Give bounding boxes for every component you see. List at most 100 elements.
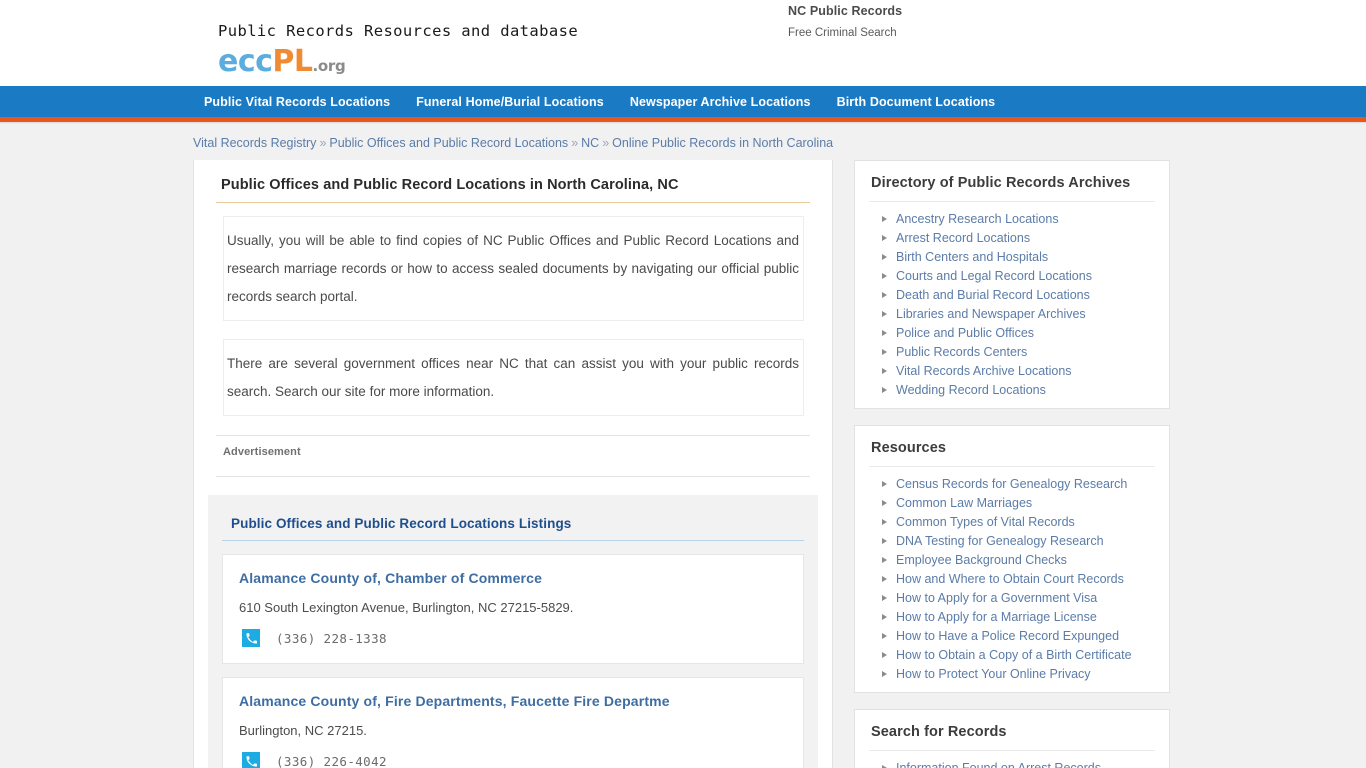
list-item[interactable]: Courts and Legal Record Locations bbox=[855, 266, 1169, 285]
triangle-bullet-icon bbox=[882, 537, 887, 544]
triangle-bullet-icon bbox=[882, 594, 887, 601]
list-item[interactable]: Vital Records Archive Locations bbox=[855, 361, 1169, 380]
triangle-bullet-icon bbox=[882, 253, 887, 260]
brand-block[interactable]: Public Records Resources and database ec… bbox=[218, 22, 578, 77]
list-item[interactable]: Employee Background Checks bbox=[855, 550, 1169, 569]
sidebar-link-birth-centers-and-hospitals[interactable]: Birth Centers and Hospitals bbox=[896, 250, 1048, 264]
list-item[interactable]: How to Protect Your Online Privacy bbox=[855, 664, 1169, 683]
sidebar-link-how-to-protect-your-online-privacy[interactable]: How to Protect Your Online Privacy bbox=[896, 667, 1091, 681]
logo-text-ecc: ecc bbox=[218, 44, 273, 79]
sidebar-link-ancestry-research-locations[interactable]: Ancestry Research Locations bbox=[896, 212, 1059, 226]
nav-item-birth-document-locations[interactable]: Birth Document Locations bbox=[837, 95, 996, 109]
list-item[interactable]: Public Records Centers bbox=[855, 342, 1169, 361]
list-item[interactable]: Libraries and Newspaper Archives bbox=[855, 304, 1169, 323]
sidebar-link-wedding-record-locations[interactable]: Wedding Record Locations bbox=[896, 383, 1046, 397]
sidebar-link-how-to-apply-for-a-government-visa[interactable]: How to Apply for a Government Visa bbox=[896, 591, 1097, 605]
list-item[interactable]: Death and Burial Record Locations bbox=[855, 285, 1169, 304]
sidebar-link-how-and-where-to-obtain-court-records[interactable]: How and Where to Obtain Court Records bbox=[896, 572, 1124, 586]
sidebar-link-how-to-obtain-a-copy-of-a-birth-certificate[interactable]: How to Obtain a Copy of a Birth Certific… bbox=[896, 648, 1132, 662]
sidebar-link-death-and-burial-record-locations[interactable]: Death and Burial Record Locations bbox=[896, 288, 1090, 302]
sidebar-link-libraries-and-newspaper-archives[interactable]: Libraries and Newspaper Archives bbox=[896, 307, 1086, 321]
nav-item-public-vital-records-locations[interactable]: Public Vital Records Locations bbox=[204, 95, 390, 109]
sidebar-link-arrest-record-locations[interactable]: Arrest Record Locations bbox=[896, 231, 1030, 245]
listing-title[interactable]: Alamance County of, Fire Departments, Fa… bbox=[239, 693, 787, 709]
list-item[interactable]: Information Found on Arrest Records bbox=[855, 758, 1169, 768]
main-navigation: Public Vital Records Locations Funeral H… bbox=[0, 86, 1366, 122]
sidebar-box-resources: Resources Census Records for Genealogy R… bbox=[854, 425, 1170, 693]
triangle-bullet-icon bbox=[882, 764, 887, 768]
sidebar-link-public-records-centers[interactable]: Public Records Centers bbox=[896, 345, 1027, 359]
triangle-bullet-icon bbox=[882, 234, 887, 241]
listing-phone-number[interactable]: (336) 226-4042 bbox=[276, 754, 387, 768]
sidebar-link-vital-records-archive-locations[interactable]: Vital Records Archive Locations bbox=[896, 364, 1072, 378]
sidebar-title-search-for-records: Search for Records bbox=[871, 724, 1007, 740]
list-item[interactable]: How to Apply for a Government Visa bbox=[855, 588, 1169, 607]
phone-icon bbox=[242, 752, 260, 768]
sidebar-link-common-law-marriages[interactable]: Common Law Marriages bbox=[896, 496, 1032, 510]
page-title-underline bbox=[216, 202, 810, 203]
triangle-bullet-icon bbox=[882, 367, 887, 374]
site-tagline: Public Records Resources and database bbox=[218, 22, 579, 40]
sidebar-list-resources: Census Records for Genealogy Research Co… bbox=[855, 474, 1169, 683]
list-item[interactable]: Birth Centers and Hospitals bbox=[855, 247, 1169, 266]
header-tagline-primary: NC Public Records bbox=[788, 4, 903, 18]
list-item[interactable]: Ancestry Research Locations bbox=[855, 209, 1169, 228]
nav-item-newspaper-archive-locations[interactable]: Newspaper Archive Locations bbox=[630, 95, 811, 109]
breadcrumb: Vital Records Registry» Public Offices an… bbox=[0, 124, 1366, 160]
triangle-bullet-icon bbox=[882, 499, 887, 506]
triangle-bullet-icon bbox=[882, 556, 887, 563]
breadcrumb-item-current[interactable]: Online Public Records in North Carolina bbox=[612, 136, 833, 150]
sidebar-link-employee-background-checks[interactable]: Employee Background Checks bbox=[896, 553, 1067, 567]
breadcrumb-item-public-offices[interactable]: Public Offices and Public Record Locatio… bbox=[329, 136, 568, 150]
intro-paragraph-2: There are several government offices nea… bbox=[227, 356, 799, 399]
sidebar-link-common-types-of-vital-records[interactable]: Common Types of Vital Records bbox=[896, 515, 1075, 529]
sidebar-link-information-found-on-arrest-records[interactable]: Information Found on Arrest Records bbox=[896, 761, 1101, 768]
list-item[interactable]: How and Where to Obtain Court Records bbox=[855, 569, 1169, 588]
sidebar-link-how-to-have-a-police-record-expunged[interactable]: How to Have a Police Record Expunged bbox=[896, 629, 1119, 643]
nav-items-container: Public Vital Records Locations Funeral H… bbox=[0, 86, 1366, 117]
sidebar-title-divider bbox=[869, 466, 1155, 467]
breadcrumb-item-vital-records-registry[interactable]: Vital Records Registry bbox=[193, 136, 316, 150]
triangle-bullet-icon bbox=[882, 386, 887, 393]
triangle-bullet-icon bbox=[882, 272, 887, 279]
sidebar-title-directory: Directory of Public Records Archives bbox=[871, 175, 1131, 191]
listing-title[interactable]: Alamance County of, Chamber of Commerce bbox=[239, 570, 787, 586]
list-item[interactable]: Common Law Marriages bbox=[855, 493, 1169, 512]
list-item[interactable]: DNA Testing for Genealogy Research bbox=[855, 531, 1169, 550]
sidebar-link-census-records-for-genealogy-research[interactable]: Census Records for Genealogy Research bbox=[896, 477, 1127, 491]
list-item[interactable]: How to Have a Police Record Expunged bbox=[855, 626, 1169, 645]
list-item[interactable]: Arrest Record Locations bbox=[855, 228, 1169, 247]
breadcrumb-separator: » bbox=[319, 136, 327, 150]
breadcrumb-item-nc[interactable]: NC bbox=[581, 136, 599, 150]
list-item[interactable]: How to Obtain a Copy of a Birth Certific… bbox=[855, 645, 1169, 664]
sidebar-title-divider bbox=[869, 201, 1155, 202]
logo-text-org: .org bbox=[312, 57, 346, 75]
sidebar-link-police-and-public-offices[interactable]: Police and Public Offices bbox=[896, 326, 1034, 340]
site-header: Public Records Resources and database ec… bbox=[0, 0, 1366, 86]
sidebar-link-courts-and-legal-record-locations[interactable]: Courts and Legal Record Locations bbox=[896, 269, 1092, 283]
listing-phone-row: (336) 226-4042 bbox=[239, 752, 787, 768]
triangle-bullet-icon bbox=[882, 215, 887, 222]
listing-card[interactable]: Alamance County of, Fire Departments, Fa… bbox=[222, 677, 804, 768]
triangle-bullet-icon bbox=[882, 575, 887, 582]
breadcrumb-separator: » bbox=[571, 136, 579, 150]
intro-paragraph-box-2: There are several government offices nea… bbox=[223, 339, 804, 416]
list-item[interactable]: How to Apply for a Marriage License bbox=[855, 607, 1169, 626]
listing-address: Burlington, NC 27215. bbox=[239, 723, 367, 738]
site-logo[interactable]: eccPL.org bbox=[218, 47, 578, 77]
sidebar-link-dna-testing-for-genealogy-research[interactable]: DNA Testing for Genealogy Research bbox=[896, 534, 1104, 548]
triangle-bullet-icon bbox=[882, 480, 887, 487]
sidebar-link-how-to-apply-for-a-marriage-license[interactable]: How to Apply for a Marriage License bbox=[896, 610, 1097, 624]
header-right-block: NC Public Records Free Criminal Search bbox=[788, 4, 902, 39]
nav-item-funeral-home-burial-locations[interactable]: Funeral Home/Burial Locations bbox=[416, 95, 604, 109]
page-layout: Public Offices and Public Record Locatio… bbox=[0, 160, 1366, 768]
sidebar-title-resources: Resources bbox=[871, 440, 947, 456]
sidebar-title-divider bbox=[869, 750, 1155, 751]
list-item[interactable]: Wedding Record Locations bbox=[855, 380, 1169, 399]
list-item[interactable]: Common Types of Vital Records bbox=[855, 512, 1169, 531]
list-item[interactable]: Police and Public Offices bbox=[855, 323, 1169, 342]
listing-phone-number[interactable]: (336) 228-1338 bbox=[276, 631, 387, 646]
phone-icon bbox=[242, 629, 260, 647]
listing-card[interactable]: Alamance County of, Chamber of Commerce … bbox=[222, 554, 804, 664]
list-item[interactable]: Census Records for Genealogy Research bbox=[855, 474, 1169, 493]
